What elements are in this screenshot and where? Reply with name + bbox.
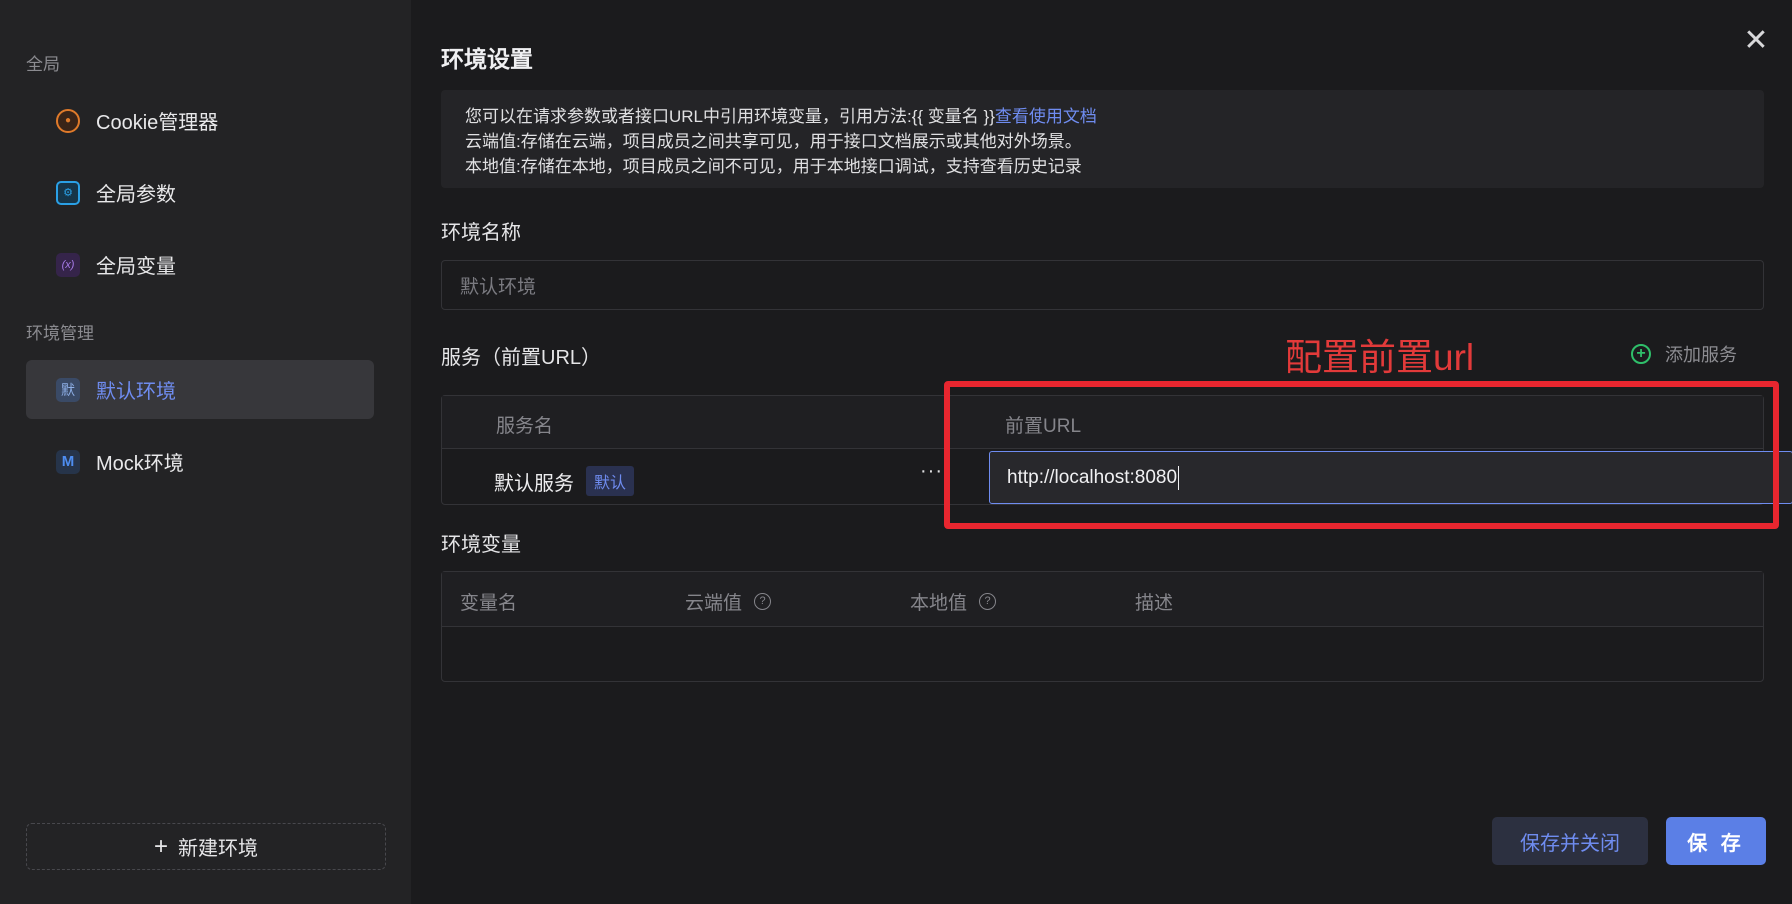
env-badge-icon: M xyxy=(56,449,80,474)
base-url-input[interactable]: http://localhost:8080 xyxy=(989,451,1792,504)
page-title: 环境设置 xyxy=(441,46,533,72)
main-panel: 环境设置 ✕ 您可以在请求参数或者接口URL中引用环境变量，引用方法:{{ 变量… xyxy=(411,0,1792,904)
plus-icon: + xyxy=(153,832,168,860)
env-vars-label: 环境变量 xyxy=(441,534,521,556)
sidebar-item-label: 全局参数 xyxy=(96,184,176,206)
info-line2: 云端值:存储在云端，项目成员之间共享可见，用于接口文档展示或其他对外场景。 xyxy=(465,132,1082,151)
save-and-close-button[interactable]: 保存并关闭 xyxy=(1492,817,1648,865)
sidebar-item-global-params[interactable]: ⚙ 全局参数 xyxy=(26,163,374,222)
info-line1: 您可以在请求参数或者接口URL中引用环境变量，引用方法:{{ 变量名 }} xyxy=(465,107,995,126)
col-description: 描述 xyxy=(1135,593,1174,614)
sidebar-item-mock-env[interactable]: M Mock环境 xyxy=(26,432,374,491)
sidebar-item-label: Cookie管理器 xyxy=(96,112,219,134)
help-icon[interactable]: ? xyxy=(754,593,772,610)
base-url-value: http://localhost:8080 xyxy=(1007,466,1178,488)
section-env-label: 环境管理 xyxy=(26,324,94,343)
default-tag: 默认 xyxy=(586,466,635,496)
services-label: 服务（前置URL） xyxy=(441,347,602,369)
env-name-label: 环境名称 xyxy=(441,222,521,244)
sidebar: 全局 ● Cookie管理器 ⚙ 全局参数 (x) 全局变量 环境管理 默 默认… xyxy=(0,0,411,904)
service-name-cell: 默认服务 默认 xyxy=(494,466,635,496)
more-icon[interactable]: ··· xyxy=(920,460,943,483)
services-table: 服务名 前置URL 默认服务 默认 ··· http://localhost:8… xyxy=(441,395,1792,505)
save-button[interactable]: 保 存 xyxy=(1666,817,1766,865)
new-env-button[interactable]: + 新建环境 xyxy=(26,823,386,870)
add-circle-icon: + xyxy=(1631,344,1651,364)
sidebar-item-cookie-manager[interactable]: ● Cookie管理器 xyxy=(26,91,374,150)
service-name: 默认服务 xyxy=(494,472,574,495)
close-icon[interactable]: ✕ xyxy=(1741,26,1771,56)
annotation-text: 配置前置url xyxy=(1285,337,1475,378)
services-table-header: 服务名 前置URL xyxy=(442,396,1763,449)
env-vars-header: 变量名 云端值? 本地值? 描述 xyxy=(442,572,1763,627)
env-badge-icon: 默 xyxy=(56,377,80,402)
add-service-label: 添加服务 xyxy=(1665,345,1737,365)
sidebar-item-label: Mock环境 xyxy=(96,453,184,475)
sidebar-item-label: 全局变量 xyxy=(96,256,176,278)
cookie-icon: ● xyxy=(56,108,80,133)
new-env-label: 新建环境 xyxy=(178,838,258,860)
info-box: 您可以在请求参数或者接口URL中引用环境变量，引用方法:{{ 变量名 }}查看使… xyxy=(441,90,1764,188)
env-name-input[interactable]: 默认环境 xyxy=(441,260,1764,310)
col-base-url: 前置URL xyxy=(1005,416,1082,437)
docs-link[interactable]: 查看使用文档 xyxy=(995,107,1097,126)
col-var-name: 变量名 xyxy=(460,593,518,614)
env-vars-table: 变量名 云端值? 本地值? 描述 xyxy=(441,571,1764,682)
add-service-button[interactable]: + 添加服务 xyxy=(1631,341,1737,367)
section-global-label: 全局 xyxy=(26,55,60,74)
col-local-value: 本地值? xyxy=(910,588,997,615)
col-service-name: 服务名 xyxy=(496,416,554,437)
gear-icon: ⚙ xyxy=(56,180,80,205)
sidebar-item-default-env[interactable]: 默 默认环境 xyxy=(26,360,374,419)
env-name-value: 默认环境 xyxy=(460,276,537,298)
text-caret xyxy=(1178,465,1180,490)
info-line3: 本地值:存储在本地，项目成员之间不可见，用于本地接口调试，支持查看历史记录 xyxy=(465,157,1082,176)
help-icon[interactable]: ? xyxy=(979,593,997,610)
col-cloud-value: 云端值? xyxy=(685,588,772,615)
sidebar-item-label: 默认环境 xyxy=(96,381,176,403)
variable-icon: (x) xyxy=(56,252,80,277)
sidebar-item-global-variables[interactable]: (x) 全局变量 xyxy=(26,235,374,294)
